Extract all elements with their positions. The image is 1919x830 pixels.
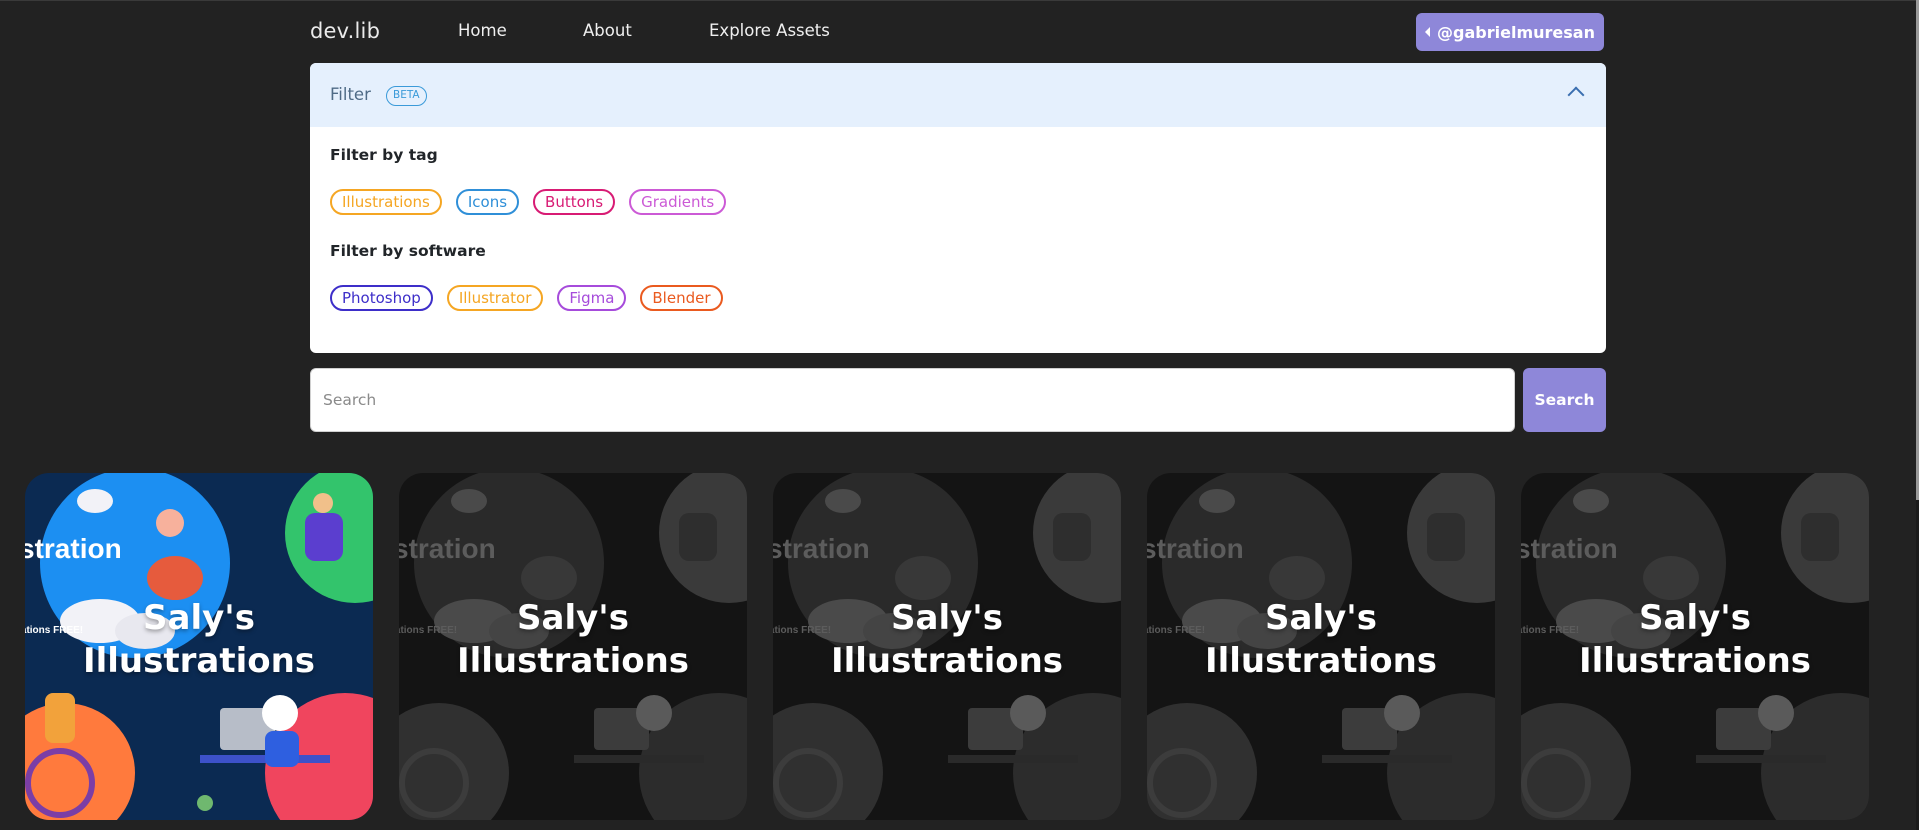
card-title-line: Saly's [891, 598, 1003, 638]
card-title-line: Saly's [1639, 598, 1751, 638]
card-title-line: Saly's [143, 598, 255, 638]
card-title-line: Saly's [1265, 598, 1377, 638]
asset-card[interactable]: stration rations FREE! Saly's Illustrati… [773, 473, 1121, 820]
asset-card[interactable]: stration rations FREE! Saly's Illustrati… [1521, 473, 1869, 820]
card-title: Saly's Illustrations [1521, 597, 1869, 683]
card-title-line: Illustrations [1578, 641, 1812, 681]
top-navbar: dev.lib Home About Explore Assets @gabri… [310, 0, 1605, 62]
card-title-line: Illustrations [1204, 641, 1438, 681]
card-banner-text: stration [25, 533, 122, 564]
chevron-up-icon[interactable] [1567, 86, 1585, 104]
card-title: Saly's Illustrations [1147, 597, 1495, 683]
nav-link-explore-assets[interactable]: Explore Assets [709, 21, 830, 40]
nav-link-home[interactable]: Home [458, 21, 507, 40]
software-chip-photoshop[interactable]: Photoshop [330, 285, 433, 311]
card-title: Saly's Illustrations [25, 597, 373, 683]
search-input[interactable] [310, 368, 1515, 432]
card-banner-text: stration [1521, 533, 1618, 564]
user-menu-button[interactable]: @gabrielmuresan [1416, 13, 1604, 51]
asset-card[interactable]: stration rations FREE! Saly's Illustrati… [399, 473, 747, 820]
search-button[interactable]: Search [1523, 368, 1606, 432]
card-title-line: Illustrations [830, 641, 1064, 681]
nav-link-about[interactable]: About [583, 21, 632, 40]
software-filter-list: Photoshop Illustrator Figma Blender [330, 285, 723, 311]
software-chip-blender[interactable]: Blender [640, 285, 723, 311]
filter-accordion-header[interactable]: Filter BETA [310, 63, 1606, 127]
card-title-line: Saly's [517, 598, 629, 638]
asset-card[interactable]: stration rations FREE! Saly's Illustrati… [25, 473, 373, 820]
software-chip-illustrator[interactable]: Illustrator [446, 285, 544, 311]
tag-filter-list: Illustrations Icons Buttons Gradients [330, 189, 727, 215]
tag-chip-illustrations[interactable]: Illustrations [330, 189, 442, 215]
filter-title: Filter [330, 85, 371, 104]
card-banner-text: stration [773, 533, 870, 564]
card-title-line: Illustrations [456, 641, 690, 681]
card-title-line: Illustrations [82, 641, 316, 681]
tag-chip-gradients[interactable]: Gradients [629, 189, 727, 215]
filter-panel: Filter BETA Filter by tag Illustrations … [310, 63, 1606, 353]
filter-by-tag-label: Filter by tag [330, 146, 438, 164]
card-title: Saly's Illustrations [399, 597, 747, 683]
brand-logo[interactable]: dev.lib [310, 19, 380, 43]
filter-by-software-label: Filter by software [330, 242, 486, 260]
card-banner-text: stration [399, 533, 496, 564]
beta-badge: BETA [386, 86, 427, 106]
asset-card[interactable]: stration rations FREE! Saly's Illustrati… [1147, 473, 1495, 820]
software-chip-figma[interactable]: Figma [557, 285, 627, 311]
user-handle: @gabrielmuresan [1437, 22, 1595, 42]
card-banner-text: stration [1147, 533, 1244, 564]
caret-left-icon [1425, 27, 1431, 37]
card-title: Saly's Illustrations [773, 597, 1121, 683]
tag-chip-icons[interactable]: Icons [455, 189, 520, 215]
tag-chip-buttons[interactable]: Buttons [533, 189, 616, 215]
